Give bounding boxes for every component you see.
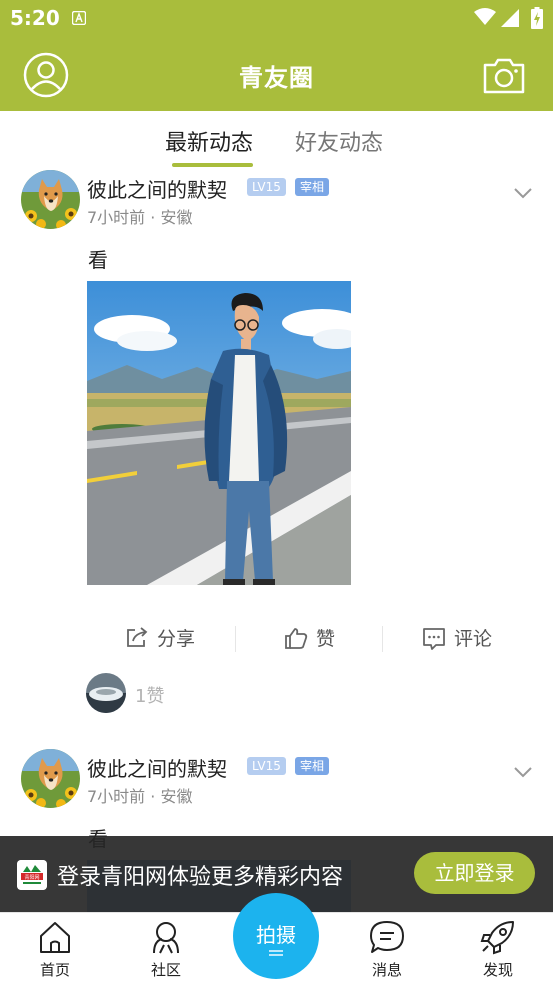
login-banner-message: 登录青阳网体验更多精彩内容 <box>57 865 344 890</box>
post-location: 安徽 <box>160 787 193 806</box>
post-meta: 7小时前 · 安徽 <box>87 783 192 807</box>
like-label: 赞 <box>316 628 336 650</box>
status-time: 5:20 <box>10 6 60 30</box>
feed-tabs: 最新动态 好友动态 <box>0 111 553 169</box>
camera-icon[interactable] <box>482 55 526 95</box>
liker-avatar[interactable] <box>86 673 126 713</box>
header-bar: 5:20 青友圈 <box>0 0 553 111</box>
post-username[interactable]: 彼此之间的默契 <box>87 753 227 782</box>
meta-separator: · <box>150 208 156 227</box>
action-divider <box>382 626 383 652</box>
nav-messages-label: 消息 <box>371 961 402 979</box>
share-icon <box>127 627 148 647</box>
shoot-label: 拍摄 <box>256 923 296 947</box>
community-icon <box>153 922 179 954</box>
nav-home[interactable]: 首页 <box>15 913 95 984</box>
post-actions: 分享 赞 评论 <box>0 618 553 658</box>
login-button[interactable]: 立即登录 <box>414 852 535 894</box>
comment-label: 评论 <box>454 628 493 650</box>
avatar-dog-image <box>21 170 80 229</box>
home-icon <box>40 922 70 953</box>
logo-text: 青阳网 <box>24 874 39 881</box>
notification-a-icon <box>72 11 86 25</box>
tab-latest[interactable]: 最新动态 <box>165 125 253 157</box>
rocket-icon <box>480 921 514 955</box>
post-meta: 7小时前 · 安徽 <box>87 204 192 228</box>
wifi-icon <box>474 8 496 25</box>
post-time: 7小时前 <box>87 787 146 806</box>
avatar[interactable] <box>21 170 80 229</box>
post-time: 7小时前 <box>87 208 146 227</box>
like-count: 1赞 <box>135 686 165 707</box>
chevron-down-icon[interactable] <box>513 765 533 779</box>
message-icon <box>370 921 404 953</box>
share-label: 分享 <box>157 628 196 650</box>
level-badge: LV15 <box>247 178 286 196</box>
page-title: 青友圈 <box>239 64 314 92</box>
nav-community[interactable]: 社区 <box>126 913 206 984</box>
shoot-icon <box>269 950 283 952</box>
shoot-icon-line <box>269 954 283 956</box>
title-badge: 宰相 <box>295 757 330 775</box>
qingyang-logo-icon: 青阳网 <box>17 860 47 890</box>
status-bar: 5:20 <box>0 0 553 38</box>
action-divider <box>235 626 236 652</box>
nav-messages[interactable]: 消息 <box>347 913 427 984</box>
nav-home-label: 首页 <box>39 961 70 979</box>
liker-avatar-image <box>86 673 126 713</box>
thumbs-up-icon <box>285 628 308 649</box>
post-image[interactable] <box>87 281 351 585</box>
nav-discover-label: 发现 <box>482 961 513 979</box>
signal-icon <box>501 9 519 27</box>
tab-indicator <box>172 163 253 167</box>
app-screen: 5:20 青友圈 最新动态 好友动态 彼此之间的默契 LV15 宰相 7小时前 … <box>0 0 553 984</box>
meta-separator: · <box>150 787 156 806</box>
nav-community-label: 社区 <box>150 961 181 979</box>
tab-friends[interactable]: 好友动态 <box>295 125 383 157</box>
post-username[interactable]: 彼此之间的默契 <box>87 174 227 203</box>
post-location: 安徽 <box>160 208 193 227</box>
title-badge: 宰相 <box>295 178 330 196</box>
level-badge: LV15 <box>247 757 286 775</box>
chevron-down-icon[interactable] <box>513 186 533 200</box>
avatar[interactable] <box>21 749 80 808</box>
nav-discover[interactable]: 发现 <box>458 913 538 984</box>
shoot-button[interactable]: 拍摄 <box>233 893 319 979</box>
feed-post: 彼此之间的默契 LV15 宰相 7小时前 · 安徽 看 <box>0 170 553 730</box>
avatar-dog-image <box>21 749 80 808</box>
comment-icon <box>423 628 445 650</box>
post-text: 看 <box>88 248 108 272</box>
battery-charging-icon <box>531 7 543 29</box>
illustration-man-on-road <box>87 281 351 585</box>
